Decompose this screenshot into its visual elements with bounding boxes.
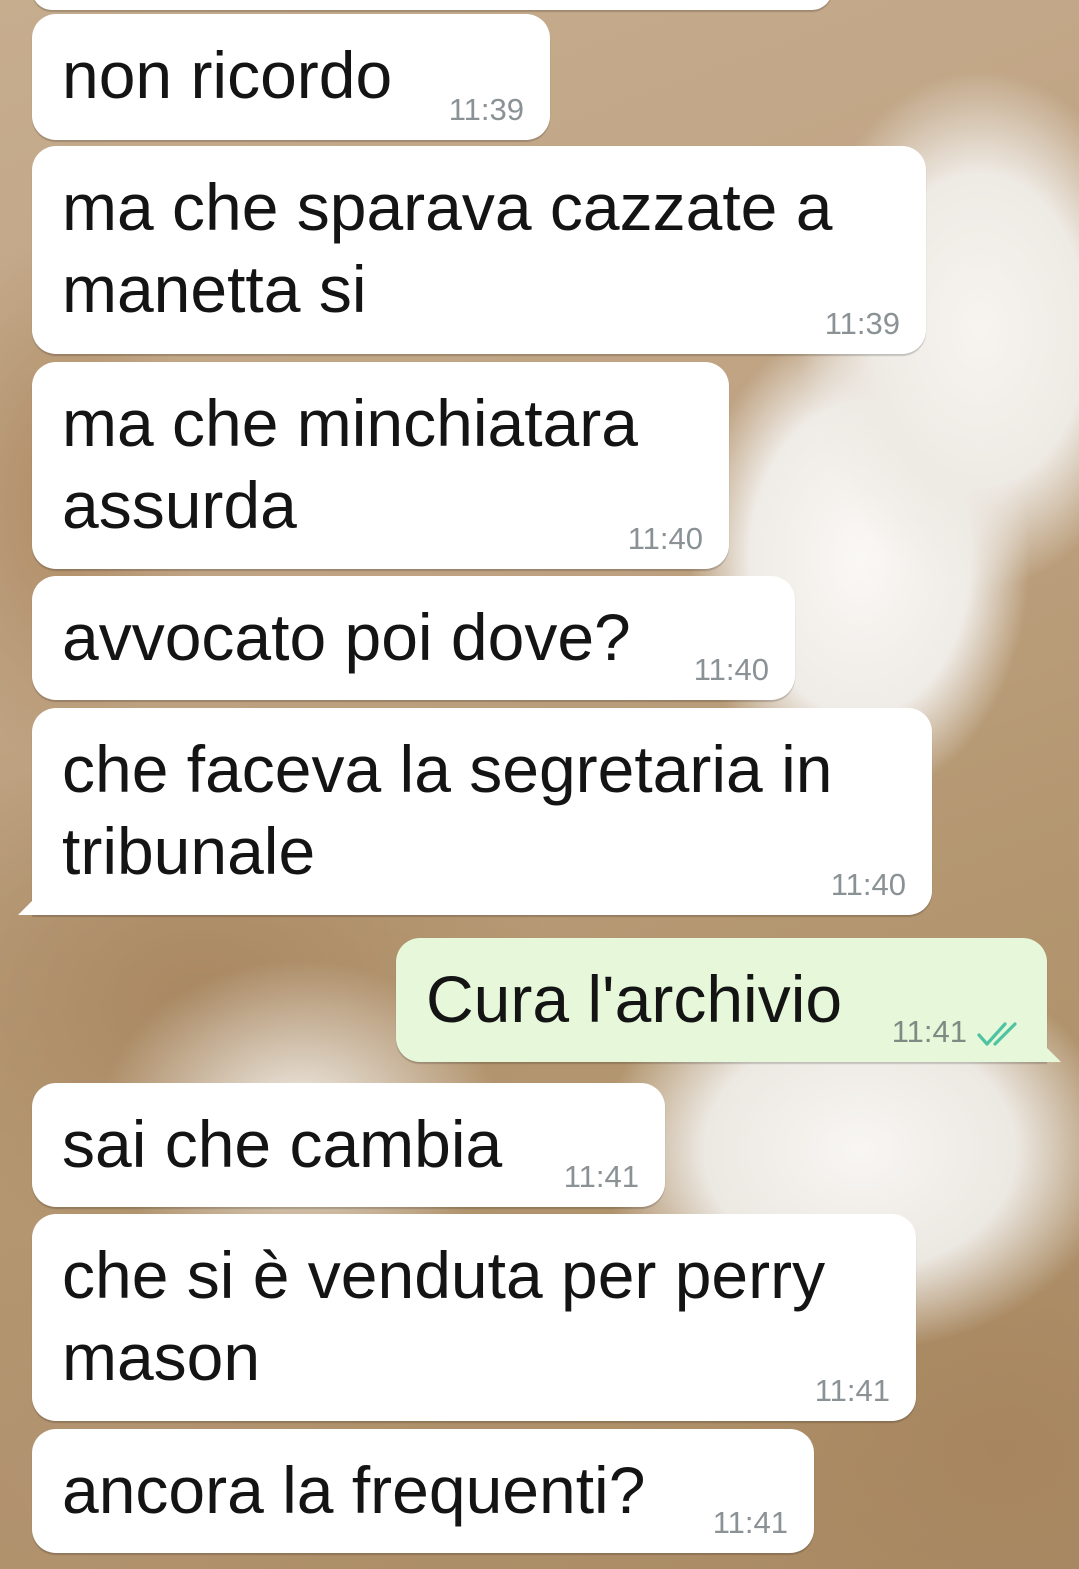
- message-timestamp: 11:41: [891, 1014, 967, 1049]
- message-text: che faceva la segretaria in tribunale: [62, 732, 833, 888]
- message-bubble-outgoing[interactable]: Cura l'archivio 11:41: [396, 938, 1061, 1062]
- message-bubble-incoming[interactable]: avvocato poi dove? 11:40: [32, 576, 795, 700]
- message-timestamp: 11:41: [712, 1505, 788, 1540]
- message-timestamp: 11:41: [563, 1159, 639, 1194]
- message-text: che si è venduta per perry mason: [62, 1238, 826, 1394]
- message-bubble-incoming[interactable]: che faceva la segretaria in tribunale 11…: [18, 708, 932, 915]
- message-timestamp: 11:39: [448, 92, 524, 127]
- message-timestamp: 11:40: [693, 652, 769, 687]
- message-timestamp: 11:39: [824, 306, 900, 341]
- message-bubble-incoming[interactable]: non ricordo 11:39: [32, 14, 550, 140]
- chat-messages-area[interactable]: non ricordo 11:39 ma che sparava cazzate…: [0, 0, 1079, 1569]
- double-check-icon: [977, 1022, 1017, 1046]
- message-timestamp: 11:40: [830, 867, 906, 902]
- message-bubble-incoming[interactable]: sai che cambia 11:41: [32, 1083, 665, 1207]
- message-text: avvocato poi dove?: [62, 600, 631, 674]
- message-text: ma che sparava cazzate a manetta si: [62, 170, 833, 326]
- bubble-tail: [1039, 1040, 1061, 1062]
- message-text: ancora la frequenti?: [62, 1453, 646, 1527]
- message-text: ma che minchiatara assurda: [62, 386, 638, 542]
- message-timestamp: 11:40: [627, 521, 703, 556]
- bubble-tail: [18, 893, 40, 915]
- message-bubble-incoming[interactable]: che si è venduta per perry mason 11:41: [32, 1214, 916, 1421]
- message-text: sai che cambia: [62, 1107, 503, 1181]
- previous-message-bubble-edge: [32, 0, 832, 10]
- message-bubble-incoming[interactable]: ma che sparava cazzate a manetta si 11:3…: [32, 146, 926, 354]
- message-bubble-incoming[interactable]: ancora la frequenti? 11:41: [32, 1429, 814, 1553]
- message-bubble-incoming[interactable]: ma che minchiatara assurda 11:40: [32, 362, 729, 569]
- message-timestamp: 11:41: [814, 1373, 890, 1408]
